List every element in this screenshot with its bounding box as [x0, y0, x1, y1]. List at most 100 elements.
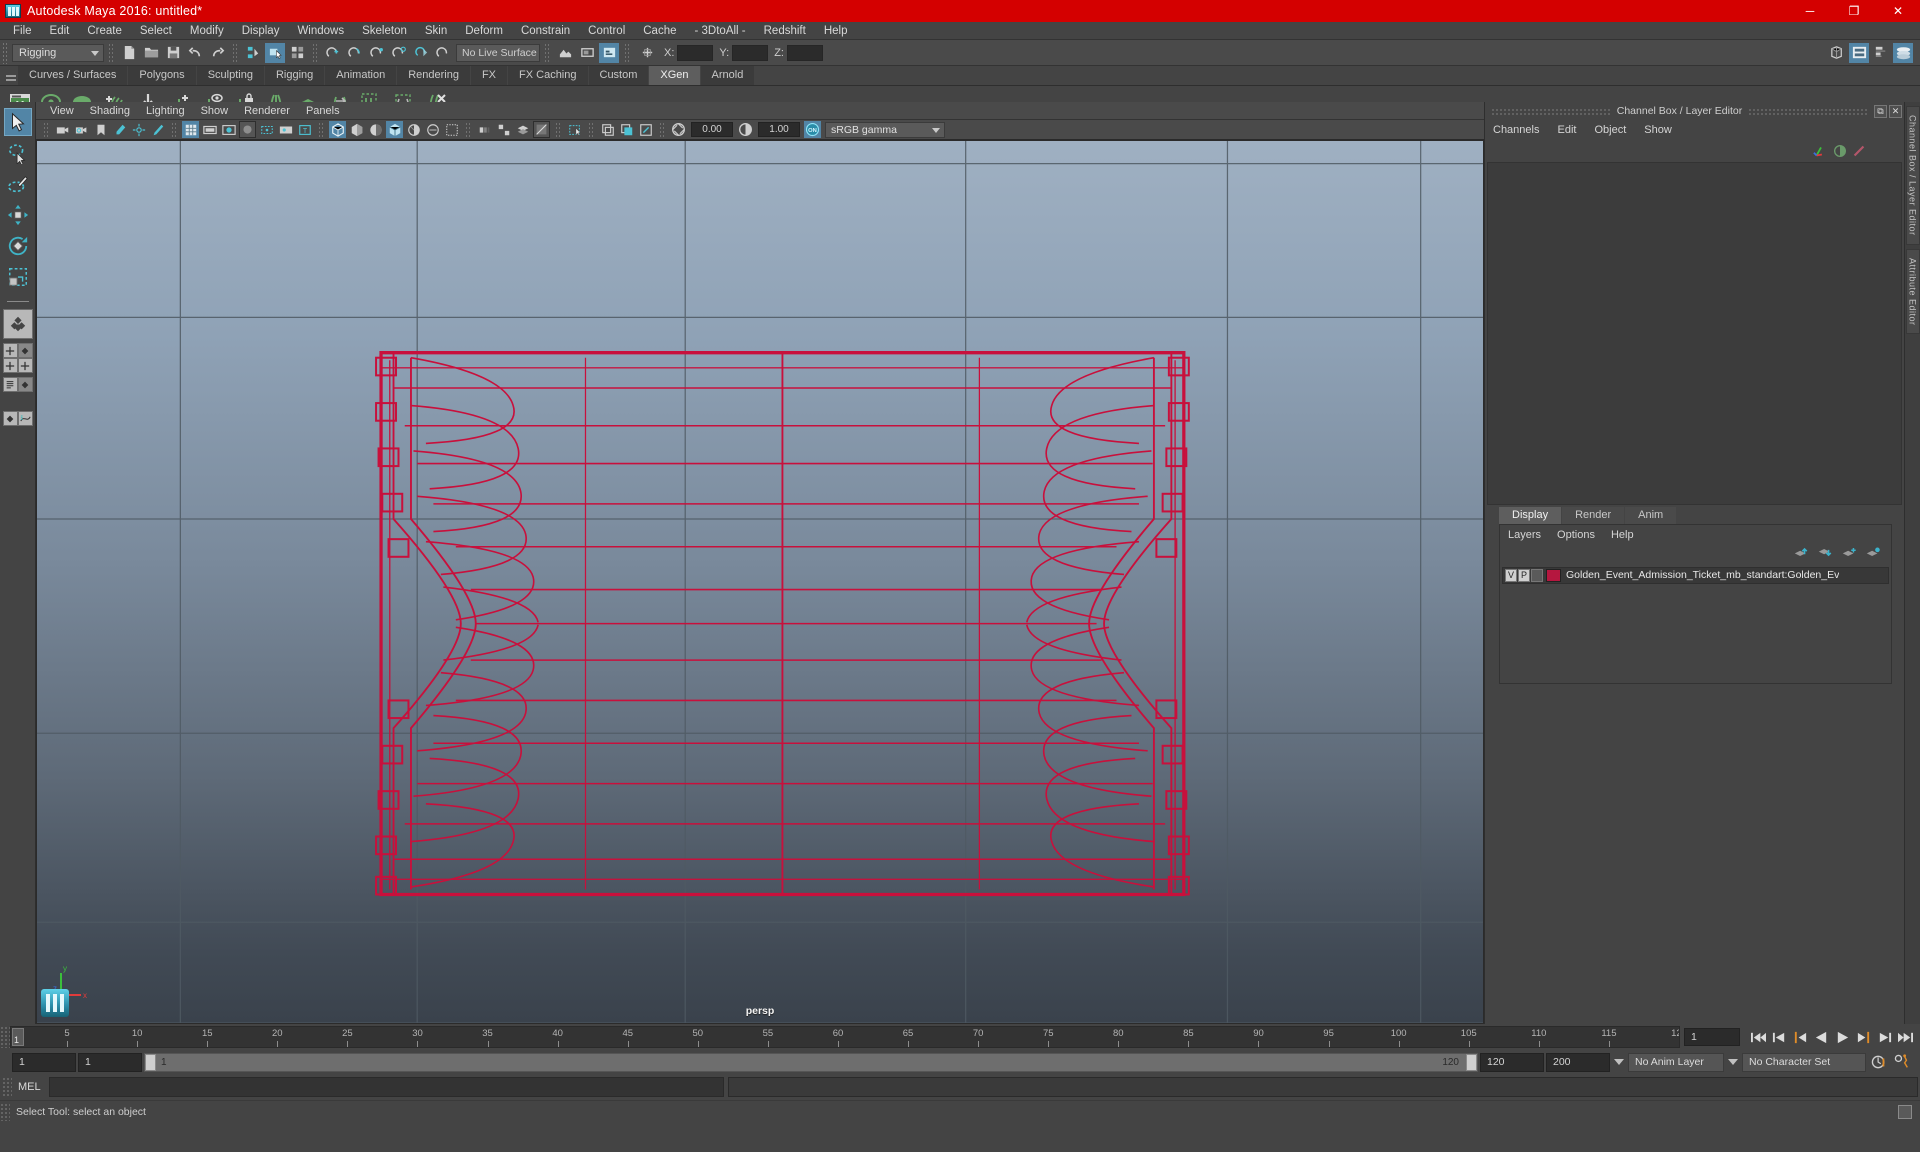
- layer-visibility-toggle[interactable]: V: [1505, 568, 1517, 582]
- shelf-tab-polygons[interactable]: Polygons: [128, 65, 196, 85]
- xray-joints-icon[interactable]: [566, 121, 583, 138]
- show-hide-channel-box-icon[interactable]: [1893, 42, 1913, 63]
- maximize-button[interactable]: ❐: [1832, 0, 1876, 22]
- range-end-handle[interactable]: [1466, 1053, 1477, 1071]
- isolate-select-remove-icon[interactable]: [637, 121, 654, 138]
- shelf-tab-fx[interactable]: FX: [470, 65, 508, 85]
- undo-icon[interactable]: [185, 43, 205, 63]
- resolution-gate-icon[interactable]: [220, 121, 237, 138]
- viewport-menu-shading[interactable]: Shading: [82, 104, 138, 118]
- command-line-grip[interactable]: [2, 1077, 12, 1097]
- move-layer-down-icon[interactable]: [1817, 546, 1833, 564]
- menu-3dtoall[interactable]: - 3DtoAll -: [686, 22, 755, 40]
- multisample-icon[interactable]: [495, 121, 512, 138]
- menu-skin[interactable]: Skin: [416, 22, 456, 40]
- menu-modify[interactable]: Modify: [181, 22, 233, 40]
- layer-menu-options[interactable]: Options: [1557, 529, 1595, 541]
- go-to-start-icon[interactable]: [1749, 1028, 1768, 1047]
- new-scene-icon[interactable]: [119, 43, 139, 63]
- layout-persp-graph[interactable]: [2, 411, 33, 441]
- viewport-menu-renderer[interactable]: Renderer: [236, 104, 298, 118]
- layer-row[interactable]: V P Golden_Event_Admission_Ticket_mb_sta…: [1502, 566, 1889, 584]
- channel-box-menu-show[interactable]: Show: [1644, 124, 1672, 136]
- anim-layer-chevron-icon[interactable]: [1726, 1053, 1740, 1072]
- channel-box-menu-edit[interactable]: Edit: [1557, 124, 1576, 136]
- character-set-selector[interactable]: No Character Set: [1742, 1052, 1866, 1072]
- step-back-frame-icon[interactable]: [1770, 1028, 1789, 1047]
- current-frame-field[interactable]: 1: [1684, 1028, 1740, 1046]
- menu-windows[interactable]: Windows: [288, 22, 353, 40]
- step-forward-frame-icon[interactable]: [1875, 1028, 1894, 1047]
- contrast-icon[interactable]: [737, 121, 754, 138]
- create-new-layer-icon[interactable]: [1841, 546, 1857, 564]
- layer-color-swatch[interactable]: [1546, 568, 1561, 582]
- step-back-key-icon[interactable]: [1791, 1028, 1810, 1047]
- scale-tool[interactable]: [4, 263, 32, 291]
- time-slider-cursor[interactable]: 1: [12, 1028, 24, 1046]
- snap-to-point-icon[interactable]: [367, 43, 387, 63]
- four-view-quadrant-br[interactable]: [17, 358, 33, 373]
- animation-preferences-icon[interactable]: [1892, 1053, 1911, 1072]
- color-management-toggle-icon[interactable]: ON: [804, 121, 821, 138]
- menu-display[interactable]: Display: [233, 22, 289, 40]
- gamma-value[interactable]: 1.00: [758, 122, 800, 137]
- create-layer-from-selected-icon[interactable]: [1865, 546, 1881, 564]
- layer-menu-layers[interactable]: Layers: [1508, 529, 1541, 541]
- range-end-time-field[interactable]: 120: [1480, 1052, 1544, 1072]
- select-hierarchy-icon[interactable]: [243, 43, 263, 63]
- y-input[interactable]: [732, 44, 769, 61]
- move-tool[interactable]: [4, 201, 32, 229]
- anim-end-time-field[interactable]: 200: [1546, 1052, 1610, 1072]
- persp-pane[interactable]: [17, 377, 33, 392]
- render-settings-icon[interactable]: [599, 42, 619, 63]
- shelf-tab-xgen[interactable]: XGen: [649, 65, 700, 85]
- go-to-end-icon[interactable]: [1896, 1028, 1915, 1047]
- grease-pencil-icon[interactable]: [149, 121, 166, 138]
- camera-attributes-icon[interactable]: [73, 121, 90, 138]
- z-input[interactable]: [786, 44, 823, 61]
- menu-skeleton[interactable]: Skeleton: [353, 22, 416, 40]
- layer-tab-display[interactable]: Display: [1499, 506, 1562, 524]
- layer-list[interactable]: V P Golden_Event_Admission_Ticket_mb_sta…: [1500, 565, 1891, 584]
- field-chart-icon[interactable]: [258, 121, 275, 138]
- playback-options-chevron-icon[interactable]: [1612, 1053, 1626, 1072]
- shelf-tab-rendering[interactable]: Rendering: [397, 65, 470, 85]
- menu-create[interactable]: Create: [78, 22, 131, 40]
- script-editor-icon[interactable]: [1898, 1104, 1912, 1119]
- lasso-select-tool[interactable]: [4, 139, 32, 167]
- channel-box-attribute-list[interactable]: [1487, 162, 1902, 505]
- menu-file[interactable]: File: [4, 22, 41, 40]
- redo-icon[interactable]: [207, 43, 227, 63]
- menu-set-selector[interactable]: Rigging: [12, 43, 104, 62]
- film-gate-icon[interactable]: [201, 121, 218, 138]
- isolate-select-icon[interactable]: [599, 121, 616, 138]
- viewport-menu-view[interactable]: View: [42, 104, 82, 118]
- snap-to-projected-center-icon[interactable]: [389, 43, 409, 63]
- grid-icon[interactable]: [182, 121, 199, 138]
- step-forward-key-icon[interactable]: [1854, 1028, 1873, 1047]
- menu-edit[interactable]: Edit: [41, 22, 79, 40]
- layer-playback-toggle[interactable]: P: [1518, 568, 1530, 582]
- open-scene-icon[interactable]: [141, 43, 161, 63]
- select-tool[interactable]: [3, 108, 32, 136]
- depth-peel-icon[interactable]: [514, 121, 531, 138]
- play-forwards-icon[interactable]: [1833, 1028, 1852, 1047]
- 2d-pan-zoom-icon[interactable]: [130, 121, 147, 138]
- statusline-grip[interactable]: [2, 41, 9, 64]
- menu-help[interactable]: Help: [815, 22, 857, 40]
- exposure-icon[interactable]: [670, 121, 687, 138]
- four-view-quadrant-bl[interactable]: [2, 358, 18, 373]
- select-component-icon[interactable]: [287, 43, 307, 63]
- auto-keyframe-icon[interactable]: [1869, 1053, 1888, 1072]
- xray-icon[interactable]: [533, 121, 550, 138]
- perspective-viewport[interactable]: y x z persp: [36, 140, 1484, 1024]
- viewport-menu-show[interactable]: Show: [193, 104, 237, 118]
- move-layer-up-icon[interactable]: [1793, 546, 1809, 564]
- safe-action-icon[interactable]: [277, 121, 294, 138]
- menu-cache[interactable]: Cache: [634, 22, 685, 40]
- live-surface-field[interactable]: No Live Surface: [456, 43, 540, 62]
- viewport-toolbar-grip[interactable]: [43, 121, 49, 138]
- ipr-render-icon[interactable]: [577, 43, 597, 63]
- layer-tab-render[interactable]: Render: [1562, 506, 1625, 524]
- snap-to-view-plane-icon[interactable]: [411, 43, 431, 63]
